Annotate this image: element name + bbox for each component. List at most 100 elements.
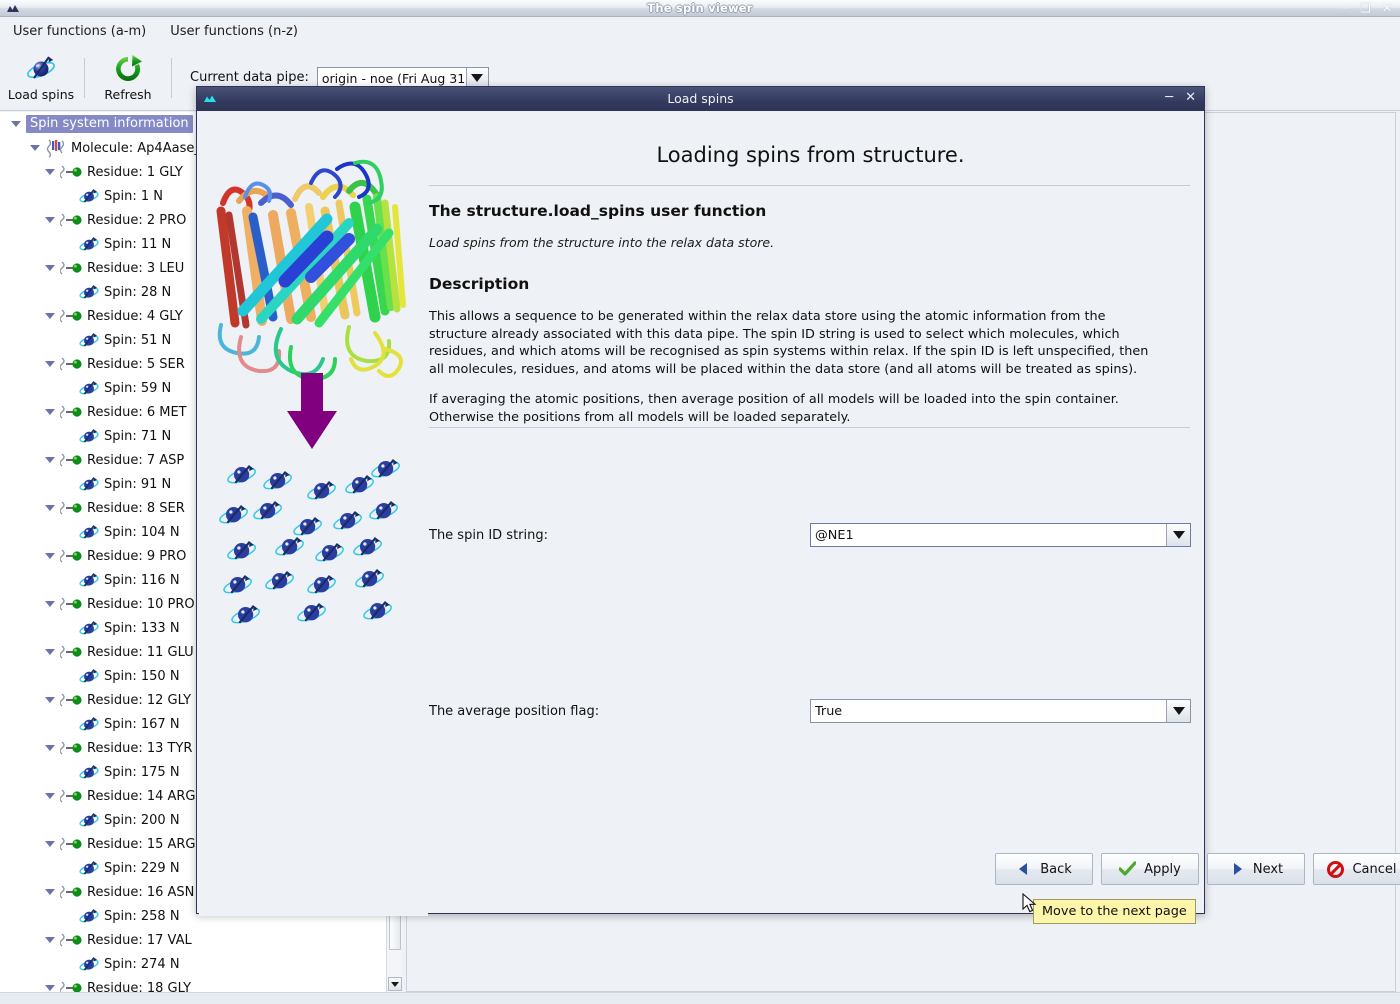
expander-icon[interactable] (44, 357, 58, 371)
dialog-titlebar[interactable]: Load spins ─ ✕ (197, 87, 1204, 111)
minimize-icon[interactable]: ─ (1165, 90, 1173, 106)
tree-spin-label: Spin: 28 N (104, 284, 172, 300)
divider-bottom (429, 427, 1190, 428)
tree-residue-label: Residue: 18 GLY (87, 980, 192, 993)
tree-spin-label: Spin: 51 N (104, 332, 172, 348)
spin-icon (79, 189, 99, 203)
expander-icon[interactable] (44, 309, 58, 323)
spin-id-combo[interactable]: @NE1 (810, 523, 1191, 547)
menubar: User functions (a-m) User functions (n-z… (0, 18, 1400, 44)
tree-spin-label: Spin: 104 N (104, 524, 180, 540)
refresh-button[interactable]: Refresh (87, 47, 169, 109)
description-paragraph-1: This allows a sequence to be generated w… (429, 309, 1149, 377)
back-button[interactable]: Back (995, 853, 1093, 885)
spin-id-input[interactable]: @NE1 (811, 524, 1166, 546)
artwork-svg (199, 111, 428, 916)
dialog-title: Load spins (667, 91, 734, 106)
data-pipe-dropdown-button[interactable] (465, 67, 488, 88)
tree-spin-label: Spin: 71 N (104, 428, 172, 444)
tree-residue-row[interactable]: Residue: 17 VAL (0, 928, 386, 952)
residue-icon (60, 645, 82, 659)
expander-icon[interactable] (44, 261, 58, 275)
tree-residue-label: Residue: 17 VAL (87, 932, 192, 948)
residue-icon (60, 213, 82, 227)
residue-icon (60, 165, 82, 179)
expander-icon[interactable] (29, 141, 43, 155)
scroll-down-button[interactable] (388, 977, 402, 991)
chevron-down-icon (1172, 531, 1185, 539)
tree-spin-label: Spin: 150 N (104, 668, 180, 684)
chevron-down-icon (1172, 707, 1185, 715)
tree-spin-label: Spin: 200 N (104, 812, 180, 828)
load-spins-button[interactable]: Load spins (0, 47, 82, 109)
residue-icon (60, 501, 82, 515)
expander-icon[interactable] (44, 645, 58, 659)
expander-icon[interactable] (44, 501, 58, 515)
tooltip: Move to the next page (1033, 899, 1196, 924)
cancel-button[interactable]: Cancel (1313, 853, 1400, 885)
expander-icon[interactable] (44, 549, 58, 563)
average-position-value[interactable]: True (811, 700, 1166, 722)
tree-residue-label: Residue: 8 SER (87, 500, 185, 516)
tree-residue-label: Residue: 14 ARG (87, 788, 196, 804)
expander-icon[interactable] (44, 165, 58, 179)
spin-id-dropdown-button[interactable] (1166, 524, 1190, 546)
apply-button-label: Apply (1144, 861, 1181, 877)
toolbar-separator-1 (84, 57, 85, 98)
refresh-label: Refresh (104, 87, 152, 102)
main-window-titlebar[interactable]: The spin viewer ─ ❑ ✕ (0, 0, 1400, 17)
average-position-combo[interactable]: True (810, 699, 1191, 723)
expander-icon[interactable] (44, 453, 58, 467)
tree-residue-label: Residue: 3 LEU (87, 260, 185, 276)
tree-root-label: Spin system information (30, 116, 189, 131)
expander-icon[interactable] (44, 213, 58, 227)
expander-icon[interactable] (44, 933, 58, 947)
spin-id-field-row: The spin ID string: @NE1 (429, 523, 1191, 547)
average-position-field-row: The average position flag: True (429, 699, 1191, 723)
next-button[interactable]: Next (1207, 853, 1305, 885)
tree-residue-label: Residue: 5 SER (87, 356, 185, 372)
tree-residue-row[interactable]: Residue: 18 GLY (0, 976, 386, 992)
minimize-icon[interactable]: ─ (1342, 1, 1349, 15)
expander-icon[interactable] (44, 789, 58, 803)
expander-icon[interactable] (44, 597, 58, 611)
close-icon[interactable]: ✕ (1382, 1, 1392, 15)
main-window-controls: ─ ❑ ✕ (1342, 1, 1392, 15)
tree-residue-label: Residue: 16 ASN (87, 884, 195, 900)
residue-icon (60, 741, 82, 755)
spin-icon (79, 237, 99, 251)
menu-user-functions-n-z[interactable]: User functions (n-z) (167, 22, 301, 41)
expander-icon[interactable] (44, 741, 58, 755)
tree-spin-label: Spin: 175 N (104, 764, 180, 780)
tooltip-text: Move to the next page (1042, 904, 1187, 919)
spin-icon (79, 381, 99, 395)
average-position-dropdown-button[interactable] (1166, 700, 1190, 722)
maximize-icon[interactable]: ❑ (1360, 1, 1371, 15)
tree-spin-row[interactable]: Spin: 274 N (0, 952, 386, 976)
tree-molecule-label: Molecule: Ap4Aase_ (71, 140, 201, 156)
close-icon[interactable]: ✕ (1185, 90, 1196, 106)
expander-icon[interactable] (44, 837, 58, 851)
expander-icon[interactable] (44, 405, 58, 419)
mouse-cursor (1022, 893, 1037, 913)
tree-residue-label: Residue: 12 GLY (87, 692, 192, 708)
data-pipe-label: Current data pipe: (190, 70, 309, 85)
triangle-right-icon (1233, 863, 1242, 875)
tree-spin-label: Spin: 91 N (104, 476, 172, 492)
apply-button[interactable]: Apply (1101, 853, 1199, 885)
expander-icon[interactable] (44, 885, 58, 899)
spin-icon (79, 477, 99, 491)
description-heading: Description (429, 275, 530, 293)
residue-icon (60, 789, 82, 803)
expander-icon[interactable] (10, 117, 24, 131)
tree-residue-label: Residue: 7 ASP (87, 452, 185, 468)
expander-icon[interactable] (44, 693, 58, 707)
expander-icon[interactable] (44, 981, 58, 992)
tree-residue-label: Residue: 6 MET (87, 404, 187, 420)
menu-user-functions-a-m[interactable]: User functions (a-m) (10, 22, 149, 41)
tree-spin-label: Spin: 11 N (104, 236, 172, 252)
residue-icon (60, 981, 82, 992)
spin-icon (79, 957, 99, 971)
spin-icon (79, 813, 99, 827)
spin-icon (79, 669, 99, 683)
